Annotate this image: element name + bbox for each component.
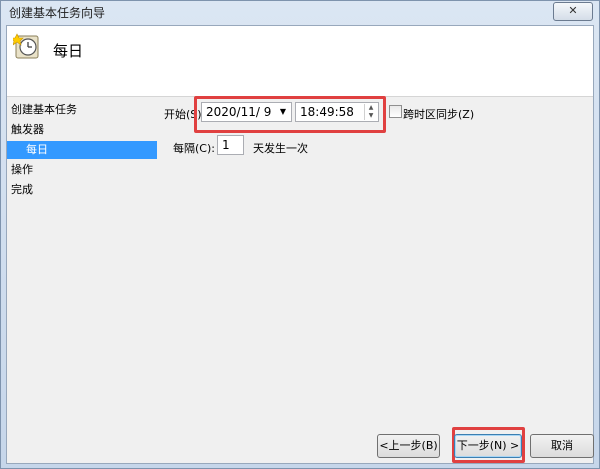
sync-timezone-label[interactable]: 跨时区同步(Z) <box>403 106 474 122</box>
recur-suffix: 天发生一次 <box>253 142 308 155</box>
close-button[interactable]: ✕ <box>553 2 593 21</box>
time-spinner[interactable]: ▲ ▼ <box>364 104 377 120</box>
back-button[interactable]: <上一步(B) <box>377 434 440 458</box>
page-title: 每日 <box>53 42 84 60</box>
title-bar: 创建基本任务向导 ✕ <box>1 1 599 23</box>
spin-up-icon[interactable]: ▲ <box>365 104 377 112</box>
window-title: 创建基本任务向导 <box>9 6 106 20</box>
wizard-client: 每日 创建基本任务 触发器 每日 操作 完成 <box>6 25 594 464</box>
cancel-button[interactable]: 取消 <box>530 434 594 458</box>
step-finish[interactable]: 完成 <box>11 181 33 199</box>
chevron-down-icon[interactable]: ▼ <box>276 103 290 121</box>
wizard-header: 每日 <box>7 26 593 97</box>
step-daily[interactable]: 每日 <box>7 141 157 159</box>
start-time-value: 18:49:58 <box>300 105 354 119</box>
next-button[interactable]: 下一步(N) > <box>454 434 522 458</box>
step-trigger[interactable]: 触发器 <box>11 121 44 139</box>
step-create-basic-task[interactable]: 创建基本任务 <box>11 101 77 119</box>
sync-timezone-checkbox[interactable] <box>389 105 402 118</box>
spin-down-icon[interactable]: ▼ <box>365 112 377 120</box>
close-icon[interactable]: ✕ <box>568 4 577 17</box>
start-time-picker[interactable]: 18:49:58 ▲ ▼ <box>295 102 379 122</box>
start-date-value: 2020/11/ 9 <box>206 105 272 119</box>
step-action[interactable]: 操作 <box>11 161 33 179</box>
task-clock-icon <box>13 33 39 59</box>
wizard-steps: 创建基本任务 触发器 每日 操作 完成 <box>7 97 157 463</box>
recur-days-input[interactable]: 1 <box>217 135 244 155</box>
start-date-picker[interactable]: 2020/11/ 9 ▼ <box>201 102 292 122</box>
recur-label: 每隔(C): <box>173 142 215 155</box>
